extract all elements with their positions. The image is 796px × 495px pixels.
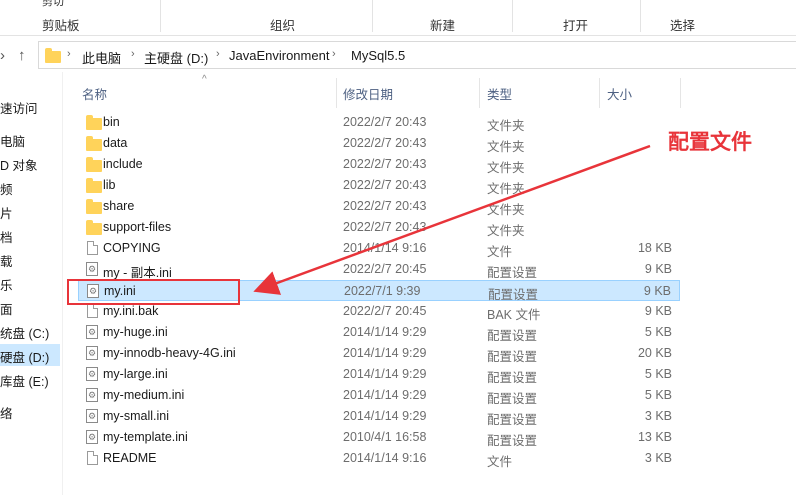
annotation-label: 配置文件 <box>668 130 752 154</box>
annotation-arrow <box>253 144 651 295</box>
